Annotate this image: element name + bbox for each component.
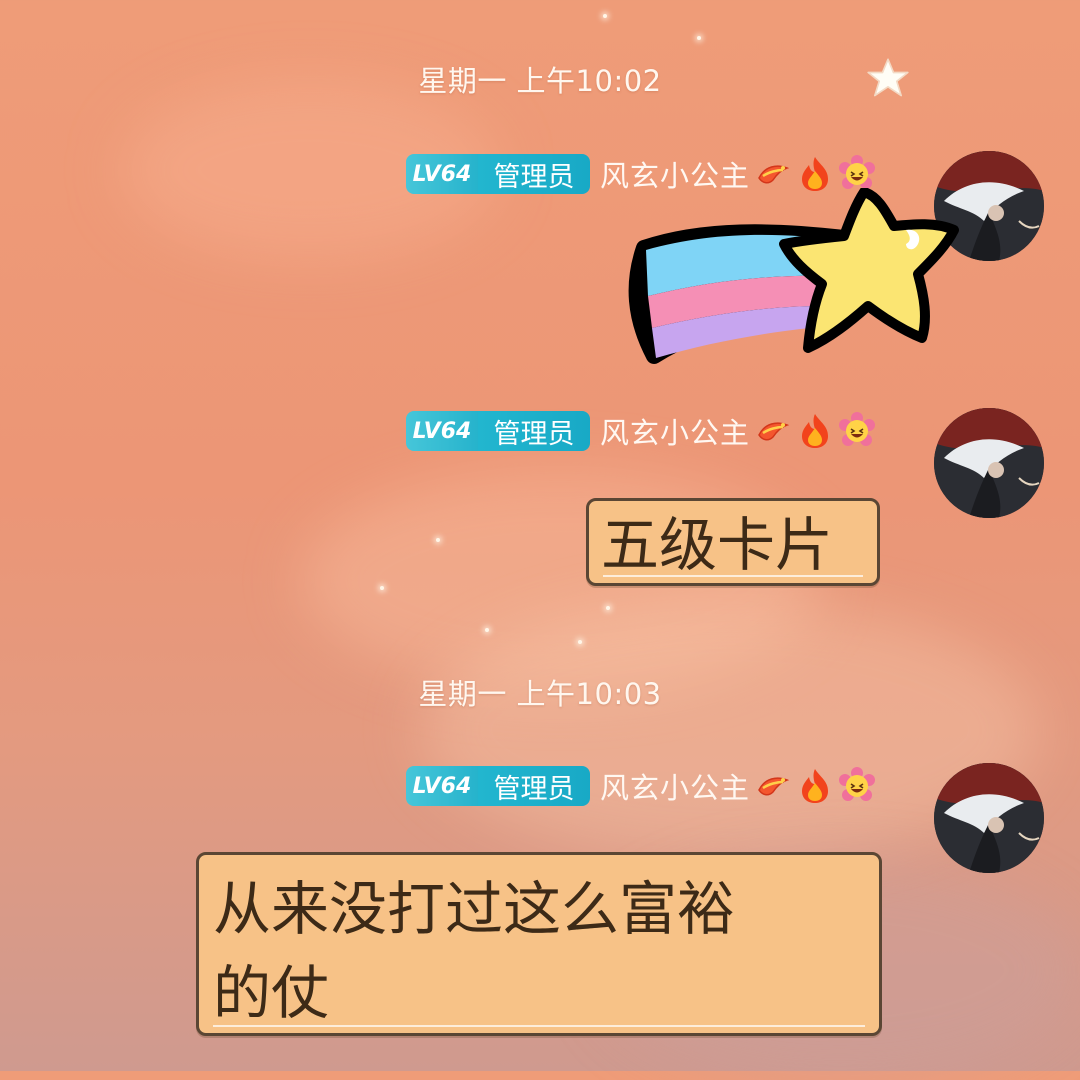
rainbow-shooting-star-sticker[interactable] bbox=[624, 188, 980, 384]
sparkle bbox=[606, 606, 610, 610]
sparkle bbox=[380, 586, 384, 590]
laughing-flower-emoji-icon bbox=[838, 412, 876, 450]
chat-screen: { "messages": [ { "timestamp": "星期一 上午10… bbox=[0, 0, 1080, 1080]
sender-nickname[interactable]: 风玄小公主 bbox=[600, 410, 750, 452]
sender-avatar[interactable] bbox=[934, 763, 1044, 873]
message-bubble[interactable]: 从来没打过这么富裕 的仗 bbox=[196, 852, 882, 1036]
sparkle bbox=[603, 14, 607, 18]
sparkle bbox=[697, 36, 701, 40]
message-bubble[interactable]: 五级卡片 bbox=[586, 498, 880, 586]
sender-meta: LV64 管理员 风玄小公主 bbox=[406, 765, 876, 807]
sender-nickname[interactable]: 风玄小公主 bbox=[600, 765, 750, 807]
message-timestamp: 星期一 上午10:03 bbox=[418, 677, 662, 711]
sparkle bbox=[485, 628, 489, 632]
laughing-flower-emoji-icon bbox=[838, 767, 876, 805]
level-badge[interactable]: LV64 bbox=[406, 766, 478, 806]
dragon-emoji-icon bbox=[754, 767, 792, 805]
sender-meta: LV64 管理员 风玄小公主 bbox=[406, 410, 876, 452]
role-badge[interactable]: 管理员 bbox=[478, 766, 590, 806]
role-badge[interactable]: 管理员 bbox=[478, 154, 590, 194]
fire-emoji-icon bbox=[796, 767, 834, 805]
sparkle bbox=[436, 538, 440, 542]
sender-avatar[interactable] bbox=[934, 408, 1044, 518]
fire-emoji-icon bbox=[796, 412, 834, 450]
level-badge[interactable]: LV64 bbox=[406, 411, 478, 451]
sparkle bbox=[578, 640, 582, 644]
message-timestamp: 星期一 上午10:02 bbox=[418, 64, 662, 98]
role-badge[interactable]: 管理员 bbox=[478, 411, 590, 451]
dragon-emoji-icon bbox=[754, 412, 792, 450]
level-badge[interactable]: LV64 bbox=[406, 154, 478, 194]
message-text: 五级卡片 bbox=[601, 511, 834, 579]
message-text: 从来没打过这么富裕 的仗 bbox=[213, 875, 736, 1027]
